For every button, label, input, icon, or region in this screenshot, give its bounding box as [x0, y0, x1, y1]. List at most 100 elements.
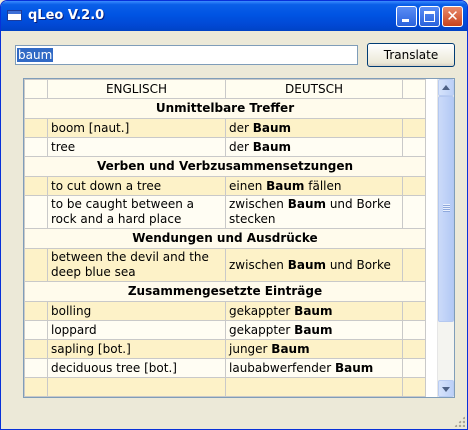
scroll-down-button[interactable] [438, 380, 454, 397]
table-row[interactable]: sapling [bot.] junger Baum [24, 339, 426, 359]
row-spacer-left [24, 358, 48, 378]
maximize-button[interactable] [419, 6, 440, 27]
search-input-value: baum [17, 48, 54, 62]
row-spacer-left [24, 248, 48, 282]
german-cell: zwischen Baum und Borke [225, 248, 403, 282]
table-body: Unmittelbare Treffer boom [naut.] der Baum… [24, 98, 426, 397]
translation-text: zwischen [229, 257, 288, 272]
app-window-icon [7, 10, 22, 21]
vertical-scrollbar[interactable] [437, 79, 454, 397]
column-header-english[interactable]: ENGLISCH [47, 79, 226, 99]
translation-text: gekappter [229, 322, 295, 337]
highlighted-term: Baum [287, 257, 327, 272]
section-header-row: Unmittelbare Treffer [24, 98, 426, 119]
column-header-german[interactable]: DEUTSCH [225, 79, 403, 99]
arrow-up-icon [442, 85, 450, 90]
table-row[interactable]: boom [naut.] der Baum [24, 118, 426, 138]
table-row[interactable]: tree der Baum [24, 137, 426, 157]
english-cell: between the devil and the deep blue sea [47, 248, 226, 282]
highlighted-term: Baum [271, 341, 310, 356]
row-spacer-right [402, 320, 426, 340]
german-cell: der Baum [225, 137, 403, 157]
english-cell: deciduous tree [bot.] [47, 358, 226, 378]
highlighted-term: Baum [252, 120, 292, 135]
english-cell: to be caught between a rock and a hard p… [47, 195, 226, 229]
header-spacer-right [402, 79, 426, 99]
english-cell: boom [naut.] [47, 118, 226, 138]
header-spacer-left [24, 79, 48, 99]
results-table: ENGLISCH DEUTSCH Unmittelbare Treffer boo… [24, 79, 426, 397]
highlighted-term: Baum [266, 178, 305, 193]
table-row[interactable]: to cut down a tree einen Baum fällen [24, 176, 426, 196]
title-bar[interactable]: qLeo V.2.0 ✕ [1, 1, 467, 31]
translation-text: der [229, 139, 253, 154]
english-cell: to cut down a tree [47, 176, 226, 196]
table-row[interactable]: between the devil and the deep blue sea z… [24, 248, 426, 282]
row-spacer-right [402, 118, 426, 138]
window-title: qLeo V.2.0 [28, 8, 105, 23]
section-header-label: Wendungen und Ausdrücke [24, 228, 426, 249]
row-spacer-left [24, 137, 48, 157]
row-spacer-left [24, 195, 48, 229]
search-input[interactable]: baum [15, 45, 358, 65]
results-table-area: ENGLISCH DEUTSCH Unmittelbare Treffer boo… [24, 79, 437, 397]
close-button[interactable]: ✕ [442, 6, 463, 27]
translation-text: zwischen [229, 197, 288, 211]
row-spacer-right [402, 358, 426, 378]
highlighted-term: Baum [334, 360, 374, 375]
row-spacer-left [24, 118, 48, 138]
translation-text: laubabwerfender [229, 360, 335, 375]
german-cell: laubabwerfender Baum [225, 358, 403, 378]
translation-text: und Borke [326, 257, 391, 272]
close-icon: ✕ [446, 7, 459, 25]
table-row[interactable]: loppard gekappter Baum [24, 320, 426, 340]
section-header-row: Zusammengesetzte Einträge [24, 281, 426, 302]
row-spacer-right [402, 339, 426, 359]
highlighted-term: Baum [294, 303, 333, 318]
maximize-icon [424, 11, 435, 22]
row-spacer-right [402, 195, 426, 229]
section-header-label: Unmittelbare Treffer [24, 98, 426, 119]
german-cell: der Baum [225, 118, 403, 138]
german-cell: junger Baum [225, 339, 403, 359]
table-row[interactable]: to be caught between a rock and a hard p… [24, 195, 426, 229]
german-cell [225, 377, 403, 397]
highlighted-term: Baum [287, 197, 327, 211]
row-spacer-left [24, 339, 48, 359]
translation-text: einen [229, 178, 267, 193]
highlighted-term: Baum [252, 139, 292, 154]
english-cell [47, 377, 226, 397]
results-table-view[interactable]: ENGLISCH DEUTSCH Unmittelbare Treffer boo… [23, 78, 455, 398]
arrow-down-icon [442, 387, 450, 392]
minimize-icon [402, 19, 409, 22]
row-spacer-right [402, 248, 426, 282]
german-cell: einen Baum fällen [225, 176, 403, 196]
row-spacer-left [24, 377, 48, 397]
section-header-label: Verben und Verbzusammensetzungen [24, 156, 426, 177]
row-spacer-left [24, 176, 48, 196]
grip-icon [443, 204, 450, 212]
translation-text: fällen [304, 178, 342, 193]
table-row[interactable]: deciduous tree [bot.] laubabwerfender Bau… [24, 358, 426, 378]
minimize-button[interactable] [396, 6, 417, 27]
row-spacer-right [402, 137, 426, 157]
highlighted-term: Baum [294, 322, 333, 337]
scrollbar-thumb[interactable] [438, 96, 454, 322]
section-header-label: Zusammengesetzte Einträge [24, 281, 426, 302]
row-spacer-left [24, 301, 48, 321]
english-cell: sapling [bot.] [47, 339, 226, 359]
german-cell: gekappter Baum [225, 320, 403, 340]
translation-text: der [229, 120, 253, 135]
row-spacer-right [402, 176, 426, 196]
table-row[interactable]: bolling gekappter Baum [24, 301, 426, 321]
scroll-up-button[interactable] [438, 79, 454, 96]
english-cell: loppard [47, 320, 226, 340]
translate-button[interactable]: Translate [367, 43, 455, 67]
table-row[interactable] [24, 377, 426, 397]
english-cell: bolling [47, 301, 226, 321]
german-cell: gekappter Baum [225, 301, 403, 321]
row-spacer-left [24, 320, 48, 340]
table-header-row: ENGLISCH DEUTSCH [24, 79, 426, 99]
section-header-row: Verben und Verbzusammensetzungen [24, 156, 426, 177]
resize-grip-icon[interactable] [454, 416, 465, 427]
